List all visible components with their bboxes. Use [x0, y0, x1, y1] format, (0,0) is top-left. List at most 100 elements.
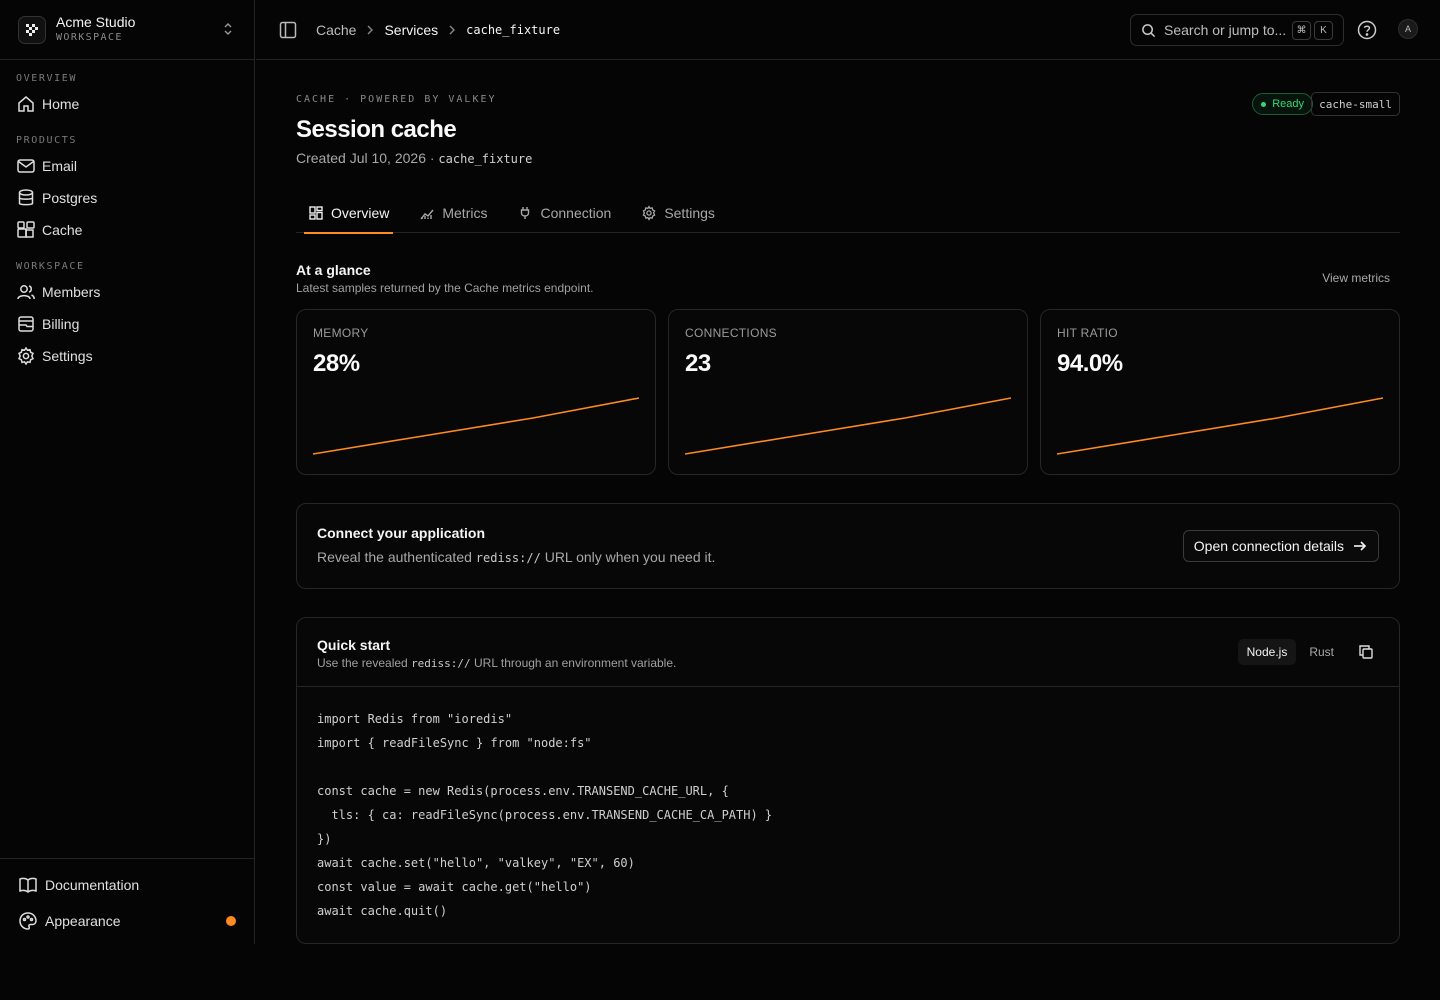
glance-title: At a glance [296, 262, 371, 278]
tab-bar: Overview Metrics Connection Settings [296, 192, 1400, 234]
shortcut-key: ⌘ [1292, 20, 1311, 40]
chart-icon [420, 209, 434, 219]
inline-code: rediss:// [411, 657, 471, 670]
plan-badge: cache-small [1311, 92, 1400, 116]
sidebar-item-label: Home [42, 96, 80, 112]
view-metrics-link[interactable]: View metrics [1322, 271, 1390, 285]
mail-icon [17, 159, 35, 173]
search-placeholder: Search or jump to... [1164, 22, 1287, 38]
quick-start-header: Quick start Use the revealed rediss:// U… [297, 618, 1399, 687]
metric-label: HIT RATIO [1057, 326, 1118, 340]
breadcrumb: Cache Services cache_fixture [316, 22, 560, 38]
metric-value: 28% [313, 350, 360, 377]
nav-section-products: PRODUCTS Email Postgres Cache [0, 133, 254, 246]
tab-connection[interactable]: Connection [513, 192, 615, 233]
notification-dot [226, 916, 236, 926]
book-icon [19, 877, 37, 893]
code-snippet: import Redis from "ioredis" import { rea… [317, 712, 773, 918]
sidebar-item-label: Appearance [45, 913, 121, 929]
top-bar: Cache Services cache_fixture Search or j… [256, 0, 1440, 60]
breadcrumb-cache[interactable]: Cache [316, 22, 356, 38]
quick-start-title: Quick start [317, 637, 391, 653]
text: URL only when you need it. [540, 549, 716, 565]
search-icon [1142, 23, 1156, 37]
nav-heading: PRODUCTS [16, 135, 77, 146]
lang-tab-rust[interactable]: Rust [1300, 639, 1343, 665]
sidebar-item-label: Billing [42, 316, 80, 332]
sidebar-item-label: Settings [42, 348, 93, 364]
sidebar-item-billing[interactable]: Billing [16, 308, 238, 340]
sidebar-item-cache[interactable]: Cache [16, 214, 238, 246]
chevron-right-icon [367, 25, 374, 34]
sidebar-toggle-icon[interactable] [278, 20, 298, 40]
metric-cards: MEMORY 28% CONNECTIONS 23 HIT RATIO 94.0… [296, 309, 1400, 475]
connect-description: Reveal the authenticated rediss:// URL o… [317, 549, 715, 565]
copy-icon [1359, 645, 1373, 659]
sidebar-item-members[interactable]: Members [16, 276, 238, 308]
metric-value: 23 [685, 350, 711, 377]
breadcrumb-services[interactable]: Services [384, 22, 438, 38]
users-icon [17, 285, 35, 300]
workspace-type: WORKSPACE [56, 31, 123, 43]
workspace-logo-icon [18, 15, 46, 44]
sidebar-item-settings[interactable]: Settings [16, 340, 238, 372]
page-title: Session cache [296, 116, 457, 143]
metric-card-memory: MEMORY 28% [296, 309, 656, 475]
breadcrumb-current: cache_fixture [466, 22, 561, 37]
quick-start-panel: Quick start Use the revealed rediss:// U… [296, 617, 1400, 944]
inline-code: rediss:// [475, 551, 541, 565]
billing-icon [18, 316, 34, 332]
sidebar-item-label: Documentation [45, 877, 140, 893]
nav-heading: OVERVIEW [16, 73, 77, 84]
copy-button[interactable] [1355, 641, 1377, 663]
grid-icon [309, 205, 323, 220]
language-tabs: Node.js Rust [1234, 639, 1377, 665]
connect-title: Connect your application [317, 525, 486, 541]
glance-subtitle: Latest samples returned by the Cache met… [296, 281, 594, 295]
plug-icon [521, 206, 530, 219]
tab-settings[interactable]: Settings [637, 192, 719, 233]
metric-card-connections: CONNECTIONS 23 [668, 309, 1028, 475]
text: Reveal the authenticated [317, 549, 476, 565]
sidebar-item-email[interactable]: Email [16, 150, 238, 182]
sidebar-item-label: Members [42, 284, 101, 300]
page-eyebrow: CACHE · POWERED BY VALKEY [296, 94, 497, 105]
created-date: Created Jul 10, 2026 · [296, 150, 435, 166]
tab-label: Connection [540, 204, 612, 221]
search-input[interactable]: Search or jump to... ⌘ K [1130, 14, 1344, 46]
gear-icon [642, 204, 656, 221]
status-badge: Ready [1252, 93, 1313, 115]
tab-label: Metrics [442, 204, 488, 221]
arrow-right-icon [1354, 541, 1367, 551]
metric-label: CONNECTIONS [685, 326, 777, 340]
sidebar: Acme Studio WORKSPACE OVERVIEW Home PROD… [0, 0, 255, 944]
button-label: Open connection details [1193, 538, 1344, 554]
sidebar-item-documentation[interactable]: Documentation [18, 867, 236, 903]
tab-overview[interactable]: Overview [304, 192, 394, 234]
sidebar-item-home[interactable]: Home [16, 88, 238, 120]
tab-label: Overview [331, 204, 390, 221]
sidebar-item-postgres[interactable]: Postgres [16, 182, 238, 214]
lang-tab-nodejs[interactable]: Node.js [1237, 639, 1297, 665]
sidebar-item-appearance[interactable]: Appearance [18, 903, 236, 939]
open-connection-details-button[interactable]: Open connection details [1182, 530, 1379, 562]
connect-panel: Connect your application Reveal the auth… [296, 503, 1400, 589]
status-dot [1261, 101, 1267, 107]
help-icon[interactable] [1356, 19, 1378, 41]
chevron-up-down-icon [224, 23, 232, 35]
nav-section-overview: OVERVIEW Home [0, 71, 254, 120]
avatar[interactable]: A [1398, 19, 1418, 39]
nav-section-workspace: WORKSPACE Members Billing Settings [0, 259, 254, 372]
tab-label: Settings [664, 204, 715, 221]
blocks-icon [17, 221, 35, 238]
text: Use the revealed [317, 656, 412, 670]
sidebar-item-label: Postgres [42, 190, 98, 206]
workspace-switcher[interactable]: Acme Studio WORKSPACE [0, 0, 254, 60]
sidebar-footer: Documentation Appearance [0, 858, 254, 944]
palette-icon [19, 912, 37, 930]
sidebar-item-label: Email [42, 158, 78, 174]
shortcut-key: K [1314, 20, 1333, 40]
database-icon [18, 189, 34, 206]
metric-card-hit-ratio: HIT RATIO 94.0% [1040, 309, 1400, 475]
tab-metrics[interactable]: Metrics [415, 192, 491, 233]
